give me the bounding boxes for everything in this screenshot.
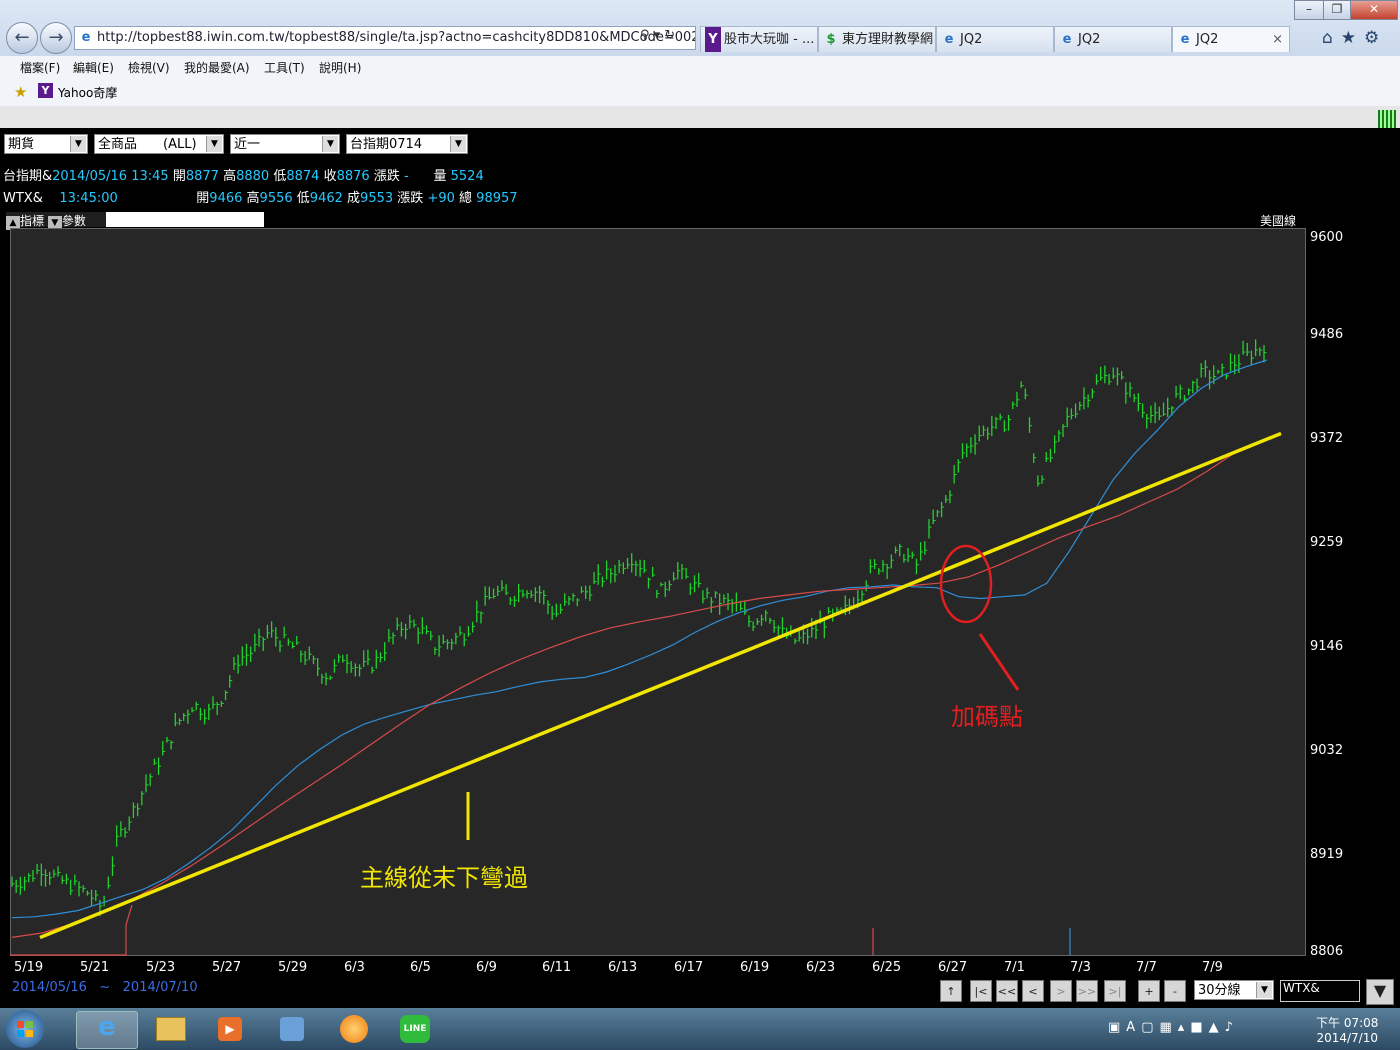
x-tick: 5/29 [278, 960, 308, 975]
period-select[interactable]: 30分線 ▼ [1194, 980, 1274, 1000]
x-tick: 6/3 [344, 960, 365, 975]
x-tick: 6/23 [806, 960, 836, 975]
y-tick: 9259 [1310, 535, 1344, 550]
y-tick: 8919 [1310, 847, 1344, 862]
x-tick: 5/27 [212, 960, 242, 975]
tray-icons[interactable]: ▣A▢▦▴■▲♪ [1108, 1020, 1239, 1035]
y-tick: 9600 [1310, 230, 1344, 245]
line-icon: LINE [400, 1015, 430, 1043]
x-tick: 7/7 [1136, 960, 1157, 975]
tray-icon[interactable]: ▴ [1178, 1020, 1191, 1035]
volume-marker [10, 904, 133, 956]
price-chart [10, 339, 1282, 956]
tray-icon[interactable]: ▢ [1141, 1020, 1159, 1035]
x-tick: 6/25 [872, 960, 902, 975]
x-tick: 6/19 [740, 960, 770, 975]
annotation-add-point: 加碼點 [951, 703, 1023, 731]
taskbar-app[interactable] [324, 1011, 384, 1047]
annotation-circle [939, 544, 993, 624]
last-button[interactable]: >| [1104, 980, 1126, 1002]
volume-icon[interactable]: ♪ [1225, 1020, 1239, 1035]
y-tick: 9146 [1310, 639, 1344, 654]
x-tick: 7/9 [1202, 960, 1223, 975]
taskbar-ie[interactable]: e [76, 1011, 138, 1049]
x-tick: 6/5 [410, 960, 431, 975]
y-tick: 9372 [1310, 431, 1344, 446]
tray-icon[interactable]: ▦ [1160, 1020, 1178, 1035]
scroll-up-button[interactable]: ↑ [940, 980, 962, 1002]
taskbar-explorer[interactable] [140, 1011, 200, 1047]
chevron-down-icon: ▼ [1256, 982, 1272, 998]
x-tick: 5/23 [146, 960, 176, 975]
taskbar-line[interactable]: LINE [386, 1011, 446, 1047]
fast-forward-button[interactable]: >> [1076, 980, 1098, 1002]
back-step-button[interactable]: < [1022, 980, 1044, 1002]
tray-icon[interactable]: ▣ [1108, 1020, 1126, 1035]
x-tick: 5/21 [80, 960, 110, 975]
play-icon: ▶ [218, 1017, 242, 1041]
ma-short-line [11, 359, 1268, 919]
fast-back-button[interactable]: << [996, 980, 1018, 1002]
annotation-pointer [978, 633, 1020, 691]
zoom-in-button[interactable]: + [1138, 980, 1160, 1002]
x-tick: 7/1 [1004, 960, 1025, 975]
first-button[interactable]: |< [970, 980, 992, 1002]
start-button[interactable] [6, 1010, 44, 1048]
x-tick: 6/11 [542, 960, 572, 975]
network-icon[interactable]: ▲ [1209, 1020, 1225, 1035]
x-tick: 5/19 [14, 960, 44, 975]
clock-time: 下午 07:08 [1316, 1016, 1379, 1030]
clock[interactable]: 下午 07:08 2014/7/10 [1316, 1014, 1378, 1045]
clock-date: 2014/7/10 [1316, 1031, 1378, 1045]
tray-icon[interactable]: ■ [1190, 1020, 1208, 1035]
ime-icon[interactable]: A [1126, 1020, 1141, 1035]
y-tick: 9486 [1310, 327, 1344, 342]
symbol-input[interactable]: WTX& [1280, 980, 1360, 1002]
x-tick: 6/9 [476, 960, 497, 975]
x-tick: 6/13 [608, 960, 638, 975]
ie-icon: e [98, 1012, 116, 1042]
y-tick: 9032 [1310, 743, 1344, 758]
annotation-mainline: 主線從末下彎過 [360, 864, 528, 892]
dropdown-arrow-icon[interactable]: ▼ [1366, 979, 1394, 1005]
folder-icon [156, 1017, 186, 1041]
date-range: 2014/05/16 ~ 2014/07/10 [12, 980, 198, 995]
trend-line [39, 431, 1282, 940]
zoom-out-button[interactable]: - [1164, 980, 1186, 1002]
app-icon [340, 1015, 368, 1043]
x-tick: 6/27 [938, 960, 968, 975]
taskbar-paint[interactable] [262, 1011, 322, 1047]
x-tick: 7/3 [1070, 960, 1091, 975]
y-tick: 8806 [1310, 944, 1344, 959]
paint-icon [280, 1017, 304, 1041]
forward-step-button[interactable]: > [1050, 980, 1072, 1002]
x-tick: 6/17 [674, 960, 704, 975]
taskbar-media[interactable]: ▶ [200, 1011, 260, 1047]
